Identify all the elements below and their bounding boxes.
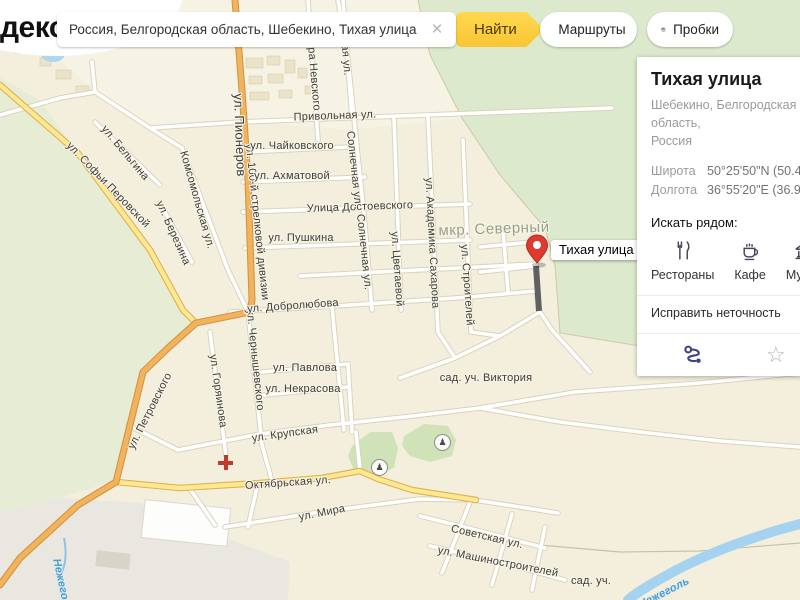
- category-label: Рестораны: [651, 267, 715, 282]
- routes-button-label: Маршруты: [558, 22, 626, 37]
- panel-footer: ☆: [651, 334, 800, 376]
- restaurant-icon: [677, 241, 690, 260]
- category-label: Кафе: [734, 267, 766, 282]
- cafe-icon: [743, 243, 758, 261]
- place-subtitle-region: Шебекино, Белгородская область,: [651, 98, 797, 131]
- yandex-logo[interactable]: декс: [0, 11, 66, 45]
- routes-button[interactable]: Маршруты: [540, 12, 637, 47]
- route-icon[interactable]: [683, 344, 704, 365]
- traffic-button-label: Пробки: [673, 22, 719, 37]
- place-title: Тихая улица: [651, 69, 762, 89]
- panel-links: Исправить неточность Добавить: [651, 306, 800, 320]
- longitude-label: Долгота: [651, 183, 698, 198]
- selected-place-label: Тихая улица: [551, 240, 642, 260]
- search-bar: ×: [57, 12, 456, 47]
- fix-inaccuracy-link[interactable]: Исправить неточность: [651, 306, 781, 320]
- close-icon[interactable]: ×: [426, 12, 448, 47]
- traffic-circle-icon: [661, 27, 666, 32]
- search-input[interactable]: [57, 12, 439, 47]
- traffic-button[interactable]: Пробки: [647, 12, 733, 47]
- nearby-categories: Рестораны Кафе Музеи: [651, 240, 800, 282]
- category-museums[interactable]: Музеи: [786, 240, 800, 282]
- place-subtitle-country: Россия: [651, 134, 692, 149]
- yandex-maps-app: ул. Пионеров ул. 100-й стрелковой дивизии…: [0, 0, 800, 600]
- place-info-panel: Тихая улица Шебекино, Белгородская облас…: [637, 57, 800, 376]
- find-button[interactable]: Найти: [456, 12, 544, 47]
- latitude-value: 50°25'50"N (50.430448): [707, 164, 800, 179]
- longitude-value: 36°55'20"E (36.922267): [707, 183, 800, 198]
- category-restaurants[interactable]: Рестораны: [651, 240, 714, 282]
- coordinates-block: Широта 50°25'50"N (50.430448) Долгота 36…: [651, 162, 800, 200]
- star-icon[interactable]: ☆: [766, 343, 786, 366]
- museum-icon: [795, 245, 800, 259]
- panel-divider: [637, 294, 800, 296]
- latitude-label: Широта: [651, 164, 696, 179]
- category-cafe[interactable]: Кафе: [734, 240, 766, 282]
- category-label: Музеи: [785, 267, 800, 282]
- search-nearby-label: Искать рядом:: [651, 214, 738, 230]
